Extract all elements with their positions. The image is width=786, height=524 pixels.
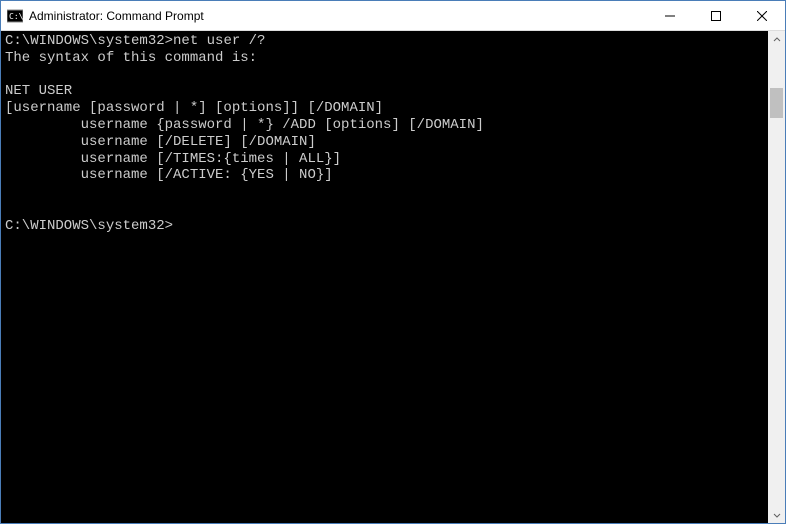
output-line: username {password | *} /ADD [options] [… bbox=[5, 117, 484, 133]
output-line: username [/DELETE] [/DOMAIN] bbox=[5, 134, 316, 150]
scroll-down-button[interactable] bbox=[768, 506, 785, 523]
vertical-scrollbar[interactable] bbox=[768, 31, 785, 523]
chevron-down-icon bbox=[773, 511, 781, 519]
close-button[interactable] bbox=[739, 1, 785, 31]
minimize-icon bbox=[665, 11, 675, 21]
close-icon bbox=[757, 11, 767, 21]
window-title: Administrator: Command Prompt bbox=[29, 9, 647, 23]
window-controls bbox=[647, 1, 785, 30]
output-line: NET USER bbox=[5, 83, 72, 99]
maximize-icon bbox=[711, 11, 721, 21]
scroll-up-button[interactable] bbox=[768, 31, 785, 48]
output-line: The syntax of this command is: bbox=[5, 50, 257, 66]
command-input: net user /? bbox=[173, 33, 265, 49]
client-area: C:\WINDOWS\system32>net user /? The synt… bbox=[1, 31, 785, 523]
titlebar[interactable]: C:\ Administrator: Command Prompt bbox=[1, 1, 785, 31]
scroll-thumb[interactable] bbox=[770, 88, 783, 118]
output-line: username [/TIMES:{times | ALL}] bbox=[5, 151, 341, 167]
svg-text:C:\: C:\ bbox=[9, 12, 23, 21]
maximize-button[interactable] bbox=[693, 1, 739, 31]
chevron-up-icon bbox=[773, 36, 781, 44]
output-line: username [/ACTIVE: {YES | NO}] bbox=[5, 167, 333, 183]
output-line: [username [password | *] [options]] [/DO… bbox=[5, 100, 383, 116]
prompt: C:\WINDOWS\system32> bbox=[5, 218, 173, 234]
minimize-button[interactable] bbox=[647, 1, 693, 31]
terminal-output[interactable]: C:\WINDOWS\system32>net user /? The synt… bbox=[1, 31, 768, 523]
scroll-track[interactable] bbox=[768, 48, 785, 506]
command-prompt-window: C:\ Administrator: Command Prompt bbox=[0, 0, 786, 524]
prompt: C:\WINDOWS\system32> bbox=[5, 33, 173, 49]
cmd-icon: C:\ bbox=[7, 8, 23, 24]
